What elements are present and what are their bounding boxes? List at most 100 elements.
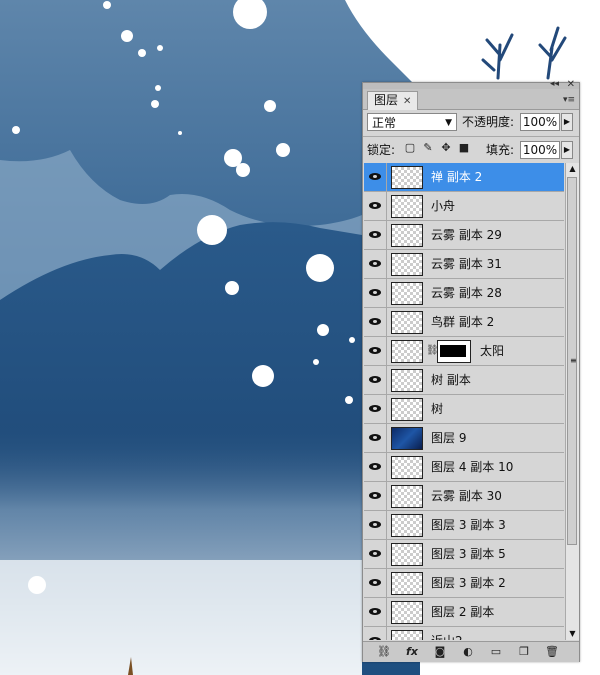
layer-thumbnail[interactable] xyxy=(391,282,423,305)
tab-layers[interactable]: 图层 ✕ xyxy=(367,91,419,110)
visibility-eye-icon[interactable] xyxy=(364,308,387,336)
lock-position-icon[interactable]: ✥ xyxy=(439,141,453,155)
layer-thumbnail[interactable] xyxy=(391,485,423,508)
tab-layers-label: 图层 xyxy=(374,93,399,107)
layer-row[interactable]: 树 xyxy=(364,395,564,424)
visibility-eye-icon[interactable] xyxy=(364,511,387,539)
layer-row[interactable]: 图层 3 副本 2 xyxy=(364,569,564,598)
opacity-input[interactable]: 100% xyxy=(520,113,560,131)
layer-thumbnail[interactable] xyxy=(391,514,423,537)
visibility-eye-icon[interactable] xyxy=(364,540,387,568)
layer-thumbnail[interactable] xyxy=(391,340,423,363)
lock-fill-row: 锁定: ▢ ✎ ✥ ■ 填充: 100% ▶ xyxy=(363,139,579,161)
layer-row[interactable]: 图层 3 副本 5 xyxy=(364,540,564,569)
visibility-eye-icon[interactable] xyxy=(364,279,387,307)
visibility-eye-icon[interactable] xyxy=(364,337,387,365)
layer-thumbnail[interactable] xyxy=(391,456,423,479)
layer-name[interactable]: 云雾 副本 30 xyxy=(431,482,502,510)
layer-thumbnail[interactable] xyxy=(391,311,423,334)
visibility-eye-icon[interactable] xyxy=(364,192,387,220)
layer-thumbnail[interactable] xyxy=(391,195,423,218)
new-layer-icon[interactable]: ❐ xyxy=(515,644,533,660)
layer-list-scrollbar[interactable]: ▲ ≡ ▼ xyxy=(565,163,579,640)
layer-row[interactable]: 鸟群 副本 2 xyxy=(364,308,564,337)
layer-thumbnail[interactable] xyxy=(391,253,423,276)
lock-all-icon[interactable]: ■ xyxy=(457,141,471,155)
layer-row[interactable]: 近山2 xyxy=(364,627,564,640)
layer-row[interactable]: 图层 9 xyxy=(364,424,564,453)
lock-transparent-icon[interactable]: ▢ xyxy=(403,141,417,155)
blend-mode-select[interactable]: 正常 ▼ xyxy=(367,113,457,131)
layer-name[interactable]: 云雾 副本 29 xyxy=(431,221,502,249)
visibility-eye-icon[interactable] xyxy=(364,221,387,249)
lock-image-icon[interactable]: ✎ xyxy=(421,141,435,155)
layer-name[interactable]: 禅 副本 2 xyxy=(431,163,482,191)
layer-row[interactable]: 图层 3 副本 3 xyxy=(364,511,564,540)
visibility-eye-icon[interactable] xyxy=(364,627,387,640)
layer-name[interactable]: 太阳 xyxy=(480,337,504,365)
link-layers-icon[interactable]: ⛓ xyxy=(375,644,393,660)
fill-slider-button[interactable]: ▶ xyxy=(561,141,573,159)
layer-name[interactable]: 树 副本 xyxy=(431,366,471,394)
layer-row[interactable]: 云雾 副本 31 xyxy=(364,250,564,279)
layer-thumbnail[interactable] xyxy=(391,427,423,450)
layer-row[interactable]: 云雾 副本 28 xyxy=(364,279,564,308)
scrollbar-thumb[interactable]: ≡ xyxy=(567,177,577,545)
tab-close-icon[interactable]: ✕ xyxy=(403,96,411,107)
layer-row[interactable]: 小舟 xyxy=(364,192,564,221)
layer-thumbnail[interactable] xyxy=(391,572,423,595)
scroll-down-icon[interactable]: ▼ xyxy=(566,628,579,640)
panel-menu-icon[interactable]: ▾≡ xyxy=(563,95,575,105)
layer-thumbnail[interactable] xyxy=(391,166,423,189)
layer-name[interactable]: 图层 2 副本 xyxy=(431,598,494,626)
layer-row[interactable]: 图层 2 副本 xyxy=(364,598,564,627)
layer-mask-thumbnail[interactable] xyxy=(437,340,471,363)
fill-input[interactable]: 100% xyxy=(520,141,560,159)
layer-name[interactable]: 树 xyxy=(431,395,443,423)
layer-name[interactable]: 图层 4 副本 10 xyxy=(431,453,513,481)
adjustment-layer-icon[interactable]: ◐ xyxy=(459,644,477,660)
layer-row[interactable]: 树 副本 xyxy=(364,366,564,395)
layer-name[interactable]: 图层 3 副本 3 xyxy=(431,511,506,539)
layer-thumbnail[interactable] xyxy=(391,630,423,640)
opacity-label: 不透明度: xyxy=(462,115,515,129)
layer-name[interactable]: 云雾 副本 31 xyxy=(431,250,502,278)
visibility-eye-icon[interactable] xyxy=(364,482,387,510)
layer-row[interactable]: 图层 4 副本 10 xyxy=(364,453,564,482)
layer-thumbnail[interactable] xyxy=(391,543,423,566)
layer-row[interactable]: ⛓ 太阳 xyxy=(364,337,564,366)
layer-thumbnail[interactable] xyxy=(391,601,423,624)
layers-panel: ◂◂ ✕ 图层 ✕ ▾≡ 正常 ▼ 不透明度: 100% ▶ 锁定: ▢ ✎ ✥ … xyxy=(362,79,580,662)
add-mask-icon[interactable]: ◙ xyxy=(431,644,449,660)
visibility-eye-icon[interactable] xyxy=(364,598,387,626)
panel-bottom-toolbar: ⛓ fx ◙ ◐ ▭ ❐ 🗑 xyxy=(363,641,579,662)
layer-name[interactable]: 鸟群 副本 2 xyxy=(431,308,494,336)
visibility-eye-icon[interactable] xyxy=(364,453,387,481)
delete-layer-icon[interactable]: 🗑 xyxy=(543,644,561,660)
visibility-eye-icon[interactable] xyxy=(364,424,387,452)
layer-row[interactable]: 云雾 副本 29 xyxy=(364,221,564,250)
layer-row[interactable]: 云雾 副本 30 xyxy=(364,482,564,511)
visibility-eye-icon[interactable] xyxy=(364,163,387,191)
lock-label: 锁定: xyxy=(367,143,396,157)
layer-name[interactable]: 近山2 xyxy=(431,627,463,640)
scroll-up-icon[interactable]: ▲ xyxy=(566,163,579,175)
visibility-eye-icon[interactable] xyxy=(364,395,387,423)
visibility-eye-icon[interactable] xyxy=(364,250,387,278)
layer-name[interactable]: 图层 3 副本 5 xyxy=(431,540,506,568)
visibility-eye-icon[interactable] xyxy=(364,569,387,597)
layer-thumbnail[interactable] xyxy=(391,224,423,247)
layer-name[interactable]: 图层 3 副本 2 xyxy=(431,569,506,597)
visibility-eye-icon[interactable] xyxy=(364,366,387,394)
layer-name[interactable]: 图层 9 xyxy=(431,424,466,452)
layer-row[interactable]: 禅 副本 2 xyxy=(364,163,564,192)
layer-thumbnail[interactable] xyxy=(391,398,423,421)
opacity-slider-button[interactable]: ▶ xyxy=(561,113,573,131)
layer-name[interactable]: 云雾 副本 28 xyxy=(431,279,502,307)
grip-icon: ≡ xyxy=(570,356,577,365)
layer-name[interactable]: 小舟 xyxy=(431,192,455,220)
fx-icon[interactable]: fx xyxy=(403,644,421,660)
new-group-icon[interactable]: ▭ xyxy=(487,644,505,660)
layer-thumbnail[interactable] xyxy=(391,369,423,392)
collapse-panel-icon[interactable]: ◂◂ xyxy=(550,79,559,89)
